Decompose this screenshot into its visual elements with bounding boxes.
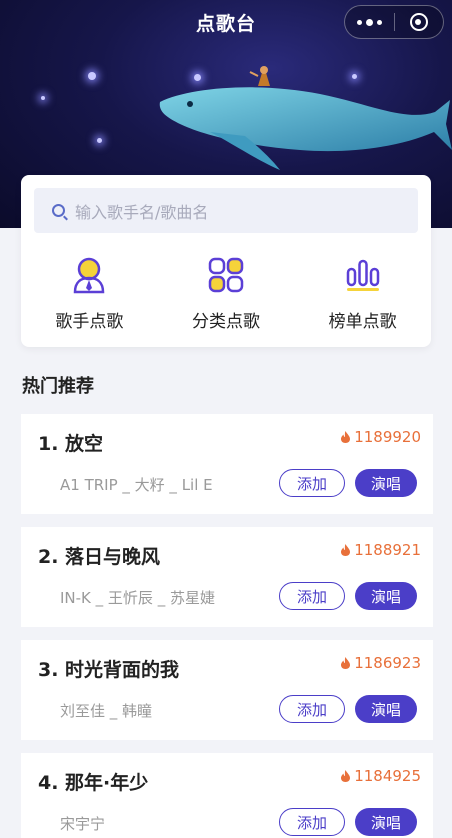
song-artist: A1 TRIP _ 大籽 _ Lil E: [60, 476, 213, 494]
song-list: 1. 放空 1189920 A1 TRIP _ 大籽 _ Lil E 添加 演唱…: [21, 414, 433, 838]
category-label: 歌手点歌: [55, 312, 124, 332]
sing-button[interactable]: 演唱: [355, 808, 417, 836]
category-classify[interactable]: 分类点歌: [158, 255, 295, 335]
section-title: 热门推荐: [22, 376, 94, 397]
heat-value: 1186923: [354, 654, 421, 672]
search-input[interactable]: 输入歌手名/歌曲名: [34, 188, 418, 233]
song-artist: 宋宇宁: [60, 815, 106, 833]
song-title: 4. 那年·年少: [38, 772, 149, 794]
category-row: 歌手点歌 分类点歌 榜单点歌: [21, 255, 431, 335]
category-chart[interactable]: 榜单点歌: [294, 255, 431, 335]
heat-count: 1184925: [341, 767, 421, 785]
singer-icon: [69, 255, 109, 295]
song-title: 2. 落日与晚风: [38, 546, 161, 568]
star-decoration: [97, 138, 102, 143]
heat-count: 1186923: [341, 654, 421, 672]
category-singer[interactable]: 歌手点歌: [21, 255, 158, 335]
target-circle-icon[interactable]: [395, 6, 443, 38]
star-decoration: [88, 72, 96, 80]
heat-value: 1188921: [354, 541, 421, 559]
list-item: 1. 放空 1189920 A1 TRIP _ 大籽 _ Lil E 添加 演唱: [21, 414, 433, 514]
page-title: 点歌台: [195, 12, 256, 35]
song-artist: 刘至佳 _ 韩瞳: [60, 702, 153, 720]
heat-value: 1189920: [354, 428, 421, 446]
heat-count: 1188921: [341, 541, 421, 559]
song-title: 3. 时光背面的我: [38, 659, 180, 681]
star-decoration: [41, 96, 45, 100]
add-button[interactable]: 添加: [279, 469, 345, 497]
flame-icon: [341, 770, 351, 782]
flame-icon: [341, 657, 351, 669]
heat-value: 1184925: [354, 767, 421, 785]
category-label: 榜单点歌: [328, 312, 397, 332]
category-grid-icon: [206, 255, 246, 295]
search-placeholder: 输入歌手名/歌曲名: [75, 202, 209, 222]
sing-button[interactable]: 演唱: [355, 582, 417, 610]
add-button[interactable]: 添加: [279, 808, 345, 836]
more-dots-icon[interactable]: [345, 6, 394, 38]
list-item: 2. 落日与晚风 1188921 IN-K _ 王忻辰 _ 苏星婕 添加 演唱: [21, 527, 433, 627]
chart-bars-icon: [343, 255, 383, 295]
add-button[interactable]: 添加: [279, 695, 345, 723]
list-item: 4. 那年·年少 1184925 宋宇宁 添加 演唱: [21, 753, 433, 838]
heat-count: 1189920: [341, 428, 421, 446]
add-button[interactable]: 添加: [279, 582, 345, 610]
list-item: 3. 时光背面的我 1186923 刘至佳 _ 韩瞳 添加 演唱: [21, 640, 433, 740]
category-label: 分类点歌: [192, 312, 260, 332]
song-title: 1. 放空: [38, 433, 104, 455]
sing-button[interactable]: 演唱: [355, 695, 417, 723]
song-artist: IN-K _ 王忻辰 _ 苏星婕: [60, 589, 215, 607]
sing-button[interactable]: 演唱: [355, 469, 417, 497]
flame-icon: [341, 431, 351, 443]
flame-icon: [341, 544, 351, 556]
whale-illustration: [159, 66, 452, 170]
mini-program-capsule: [344, 5, 444, 39]
search-card: 输入歌手名/歌曲名 歌手点歌 分类点歌 榜单点歌: [21, 175, 431, 347]
search-icon: [52, 204, 65, 217]
